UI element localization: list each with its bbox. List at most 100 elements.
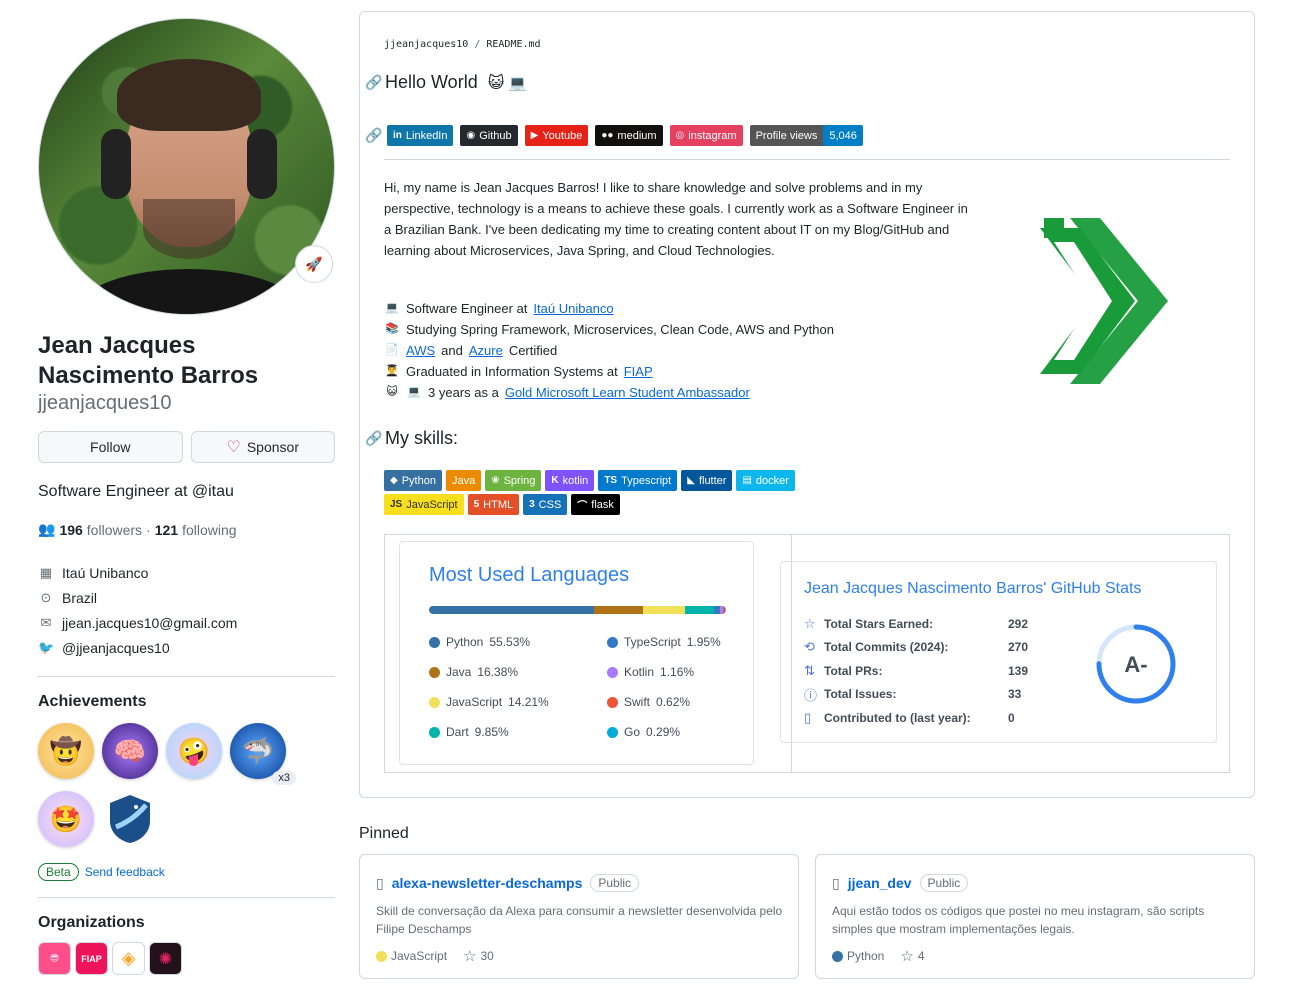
- github-stats-card[interactable]: Jean Jacques Nascimento Barros' GitHub S…: [780, 561, 1217, 743]
- stat-row: ▯ Contributed to (last year): 0: [804, 706, 1028, 730]
- skill-badge-docker: ▤ docker: [736, 470, 795, 491]
- laptop-icon: 💻: [385, 302, 399, 314]
- twitter-link[interactable]: @jjeanjacques10: [62, 640, 170, 656]
- fiap-link[interactable]: FIAP: [624, 361, 653, 382]
- medium-badge[interactable]: ●● medium: [595, 125, 663, 146]
- org-avatar-brain[interactable]: ✺: [149, 942, 182, 975]
- language-segment-python: [429, 606, 594, 614]
- cat-icon: 😺: [386, 386, 398, 398]
- docker-icon: ▤: [742, 475, 752, 486]
- skills-heading: 🔗 My skills:: [365, 428, 458, 449]
- following-link[interactable]: following: [182, 522, 236, 538]
- link-icon[interactable]: 🔗: [365, 430, 382, 447]
- repo-language: Python: [832, 949, 884, 963]
- skill-badge-java: Java: [445, 470, 482, 491]
- language-color-dot: [607, 726, 618, 738]
- aws-link[interactable]: AWS: [406, 340, 435, 361]
- stat-label: Contributed to (last year):: [824, 710, 971, 725]
- language-legend-item: Dart 9.85%: [429, 724, 607, 740]
- org-avatar-nerdola[interactable]: 😎: [38, 942, 71, 975]
- avatar[interactable]: [38, 18, 335, 315]
- ambassador-link[interactable]: Gold Microsoft Learn Student Ambassador: [505, 382, 750, 403]
- achievement-yolo[interactable]: 🤪: [166, 723, 222, 779]
- language-percent: 14.21%: [508, 695, 549, 709]
- followers-count[interactable]: 196: [59, 522, 82, 538]
- repo-name-link[interactable]: jjean_dev: [848, 875, 912, 891]
- achievement-quickdraw[interactable]: 🤠: [38, 723, 94, 779]
- readme-owner[interactable]: jjeanjacques10: [384, 39, 468, 50]
- skill-badge-flutter: ◣ flutter: [681, 470, 733, 491]
- rank-circle: A-: [1096, 624, 1176, 704]
- link-icon[interactable]: 🔗: [365, 74, 382, 91]
- mail-icon: ✉: [40, 614, 52, 630]
- top-languages-title: Most Used Languages: [429, 564, 630, 586]
- stars-count: 4: [917, 949, 925, 963]
- sponsor-button[interactable]: ♡ Sponsor: [190, 431, 335, 463]
- github-badge[interactable]: ◉ Github: [460, 125, 518, 146]
- top-languages-card[interactable]: Most Used Languages Python 55.53% TypeScri…: [399, 541, 754, 765]
- repo-stars[interactable]: ☆ 4: [900, 947, 924, 965]
- fact-cert: 📄 AWS and Azure Certified: [384, 340, 834, 361]
- company-item: ▦ Itaú Unibanco: [38, 560, 335, 585]
- twitter-icon: 🐦: [38, 639, 55, 655]
- stat-value: 33: [1008, 687, 1022, 702]
- divider: [38, 676, 335, 677]
- stats-table: Most Used Languages Python 55.53% TypeScri…: [384, 534, 1230, 773]
- profile-details: ▦ Itaú Unibanco ⊙ Brazil ✉ jjean.jacques10@…: [38, 560, 335, 660]
- readme-divider: [384, 159, 1230, 160]
- repo-name-link[interactable]: alexa-newsletter-deschamps: [392, 875, 583, 891]
- cat-emoji-icon: 😺: [487, 74, 505, 92]
- skill-badge-html: 5 HTML: [467, 494, 520, 515]
- language-name: Dart: [446, 725, 469, 739]
- followers-link[interactable]: followers: [87, 522, 142, 538]
- achievement-count: x3: [272, 771, 296, 785]
- shield-icon: [110, 795, 150, 843]
- stat-value: 270: [1008, 640, 1029, 655]
- achievements-row-2: 🤩: [38, 791, 335, 847]
- readme-path: jjeanjacques10 / README.md: [384, 39, 541, 50]
- instagram-badge[interactable]: ◎ instagram: [669, 125, 743, 146]
- language-segment-go: [725, 606, 726, 614]
- follow-button[interactable]: Follow: [38, 431, 183, 463]
- youtube-badge[interactable]: ▶ Youtube: [524, 125, 589, 146]
- instagram-icon: ◎: [675, 130, 685, 141]
- achievement-starstruck[interactable]: 🤩: [38, 791, 94, 847]
- profile-views-label: Profile views: [749, 125, 824, 146]
- org-avatar-fiap[interactable]: FIAP: [75, 942, 108, 975]
- following-count[interactable]: 121: [155, 522, 178, 538]
- azure-link[interactable]: Azure: [469, 340, 503, 361]
- language-name: JavaScript: [446, 695, 503, 709]
- link-icon[interactable]: 🔗: [365, 127, 382, 144]
- skill-badge-typescript: TS Typescript: [598, 470, 678, 491]
- send-feedback-link[interactable]: Send feedback: [85, 865, 165, 879]
- stat-label: Total Stars Earned:: [824, 616, 934, 631]
- achievement-arctic-code-vault[interactable]: [102, 791, 158, 847]
- language-name: Python: [446, 635, 484, 649]
- badge-label: LinkedIn: [405, 129, 448, 142]
- itau-link[interactable]: Itaú Unibanco: [533, 298, 613, 319]
- readme-file[interactable]: README.md: [486, 39, 540, 50]
- typescript-icon: TS: [604, 475, 618, 486]
- github-stats-rows: ☆ Total Stars Earned: 292 ⟲ Total Commits (2…: [804, 612, 1028, 730]
- language-color-dot: [832, 950, 843, 962]
- repo-stars[interactable]: ☆ 30: [463, 947, 494, 965]
- linkedin-badge[interactable]: in LinkedIn: [387, 125, 454, 146]
- languages-legend: Python 55.53% TypeScript 1.95% Java 16.38% Kot…: [429, 634, 729, 740]
- email-link[interactable]: jjean.jacques10@gmail.com: [62, 615, 237, 631]
- profile-views-badge: Profile views 5,046: [749, 125, 863, 146]
- visibility-badge: Public: [919, 874, 969, 892]
- rocket-icon[interactable]: 🚀: [295, 245, 333, 283]
- divider: [38, 897, 335, 898]
- badge-label: instagram: [688, 129, 737, 142]
- language-name: Go: [624, 725, 641, 739]
- pinned-heading: Pinned: [359, 825, 409, 842]
- language-percent: 55.53%: [489, 635, 531, 649]
- achievement-galaxy-brain[interactable]: 🧠: [102, 723, 158, 779]
- skill-label: Java: [451, 474, 476, 487]
- language-name: TypeScript: [624, 635, 681, 649]
- language-percent: 0.62%: [656, 695, 691, 709]
- achievement-pull-shark[interactable]: 🦈 x3: [230, 723, 296, 785]
- org-avatar-colorful[interactable]: ◈: [112, 942, 145, 975]
- language-name: Python: [847, 949, 885, 963]
- github-stats-title: Jean Jacques Nascimento Barros' GitHub S…: [804, 580, 1142, 597]
